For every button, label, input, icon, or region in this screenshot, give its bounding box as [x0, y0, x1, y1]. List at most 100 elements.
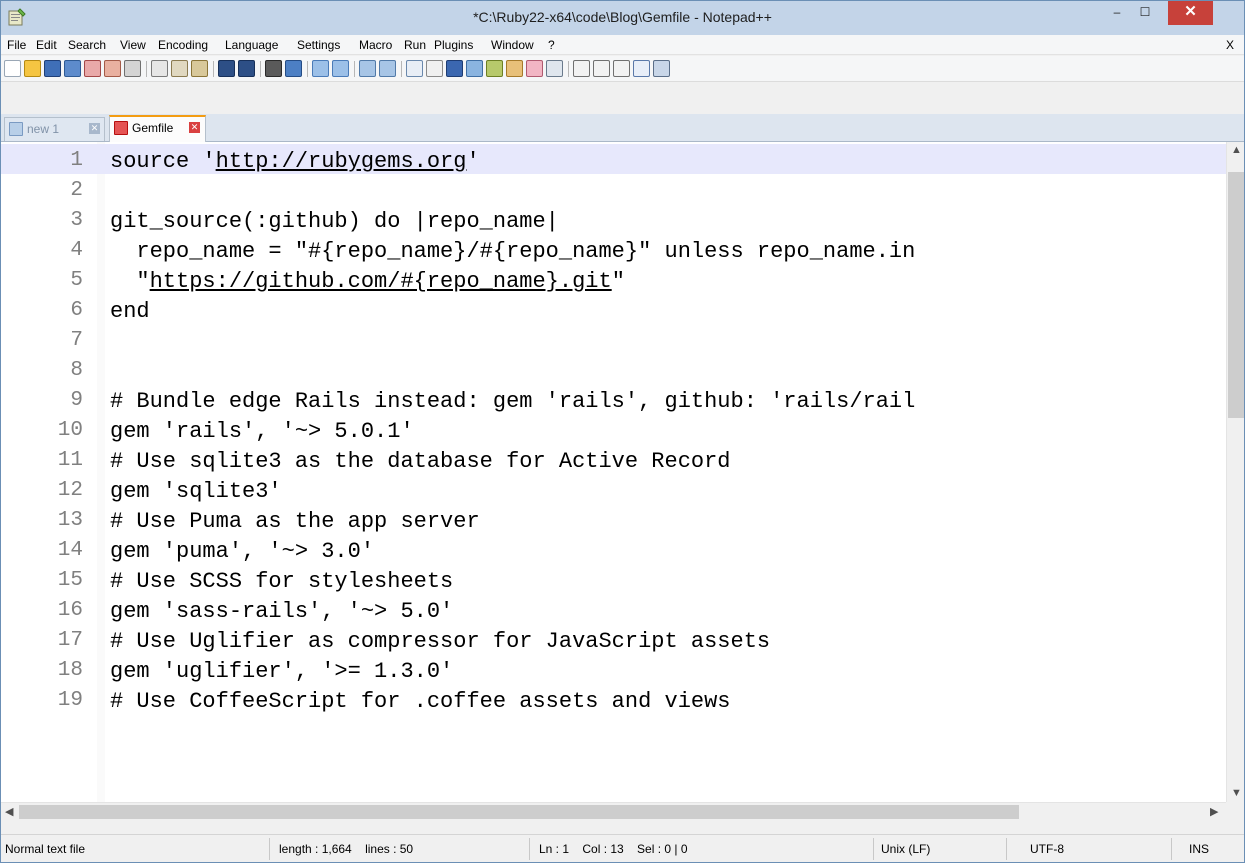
- sync-horizontal-icon[interactable]: [379, 60, 396, 77]
- scroll-down-icon[interactable]: ▼: [1231, 787, 1242, 799]
- tab-gemfile[interactable]: Gemfile ✕: [109, 115, 206, 142]
- find-icon[interactable]: [265, 60, 282, 77]
- code-line[interactable]: 5 "https://github.com/#{repo_name}.git": [1, 264, 1226, 294]
- code-line[interactable]: 11 # Use sqlite3 as the database for Acti…: [1, 444, 1226, 474]
- menu-settings[interactable]: Settings: [297, 38, 340, 52]
- code-text[interactable]: source 'http://rubygems.org': [110, 149, 480, 174]
- code-text[interactable]: gem 'uglifier', '>= 1.3.0': [110, 659, 453, 684]
- code-text[interactable]: # Use Puma as the app server: [110, 509, 480, 534]
- scroll-left-icon[interactable]: ◀: [5, 805, 13, 818]
- close-all-icon[interactable]: [104, 60, 121, 77]
- indent-guide-icon[interactable]: [446, 60, 463, 77]
- code-line[interactable]: 12 gem 'sqlite3': [1, 474, 1226, 504]
- redo-icon[interactable]: [238, 60, 255, 77]
- zoom-out-icon[interactable]: [332, 60, 349, 77]
- print-icon[interactable]: [124, 60, 141, 77]
- tab-new-1[interactable]: new 1 ✕: [4, 117, 105, 141]
- menu-file[interactable]: File: [7, 38, 26, 52]
- code-text[interactable]: end: [110, 299, 150, 324]
- new-file-icon[interactable]: [4, 60, 21, 77]
- word-wrap-icon[interactable]: [406, 60, 423, 77]
- menu-search[interactable]: Search: [68, 38, 106, 52]
- menu-edit[interactable]: Edit: [36, 38, 57, 52]
- save-all-icon[interactable]: [64, 60, 81, 77]
- notepad-window: *C:\Ruby22-x64\code\Blog\Gemfile - Notep…: [0, 0, 1245, 863]
- play-macro-icon[interactable]: [613, 60, 630, 77]
- code-text[interactable]: "https://github.com/#{repo_name}.git": [110, 269, 625, 294]
- code-line[interactable]: 14 gem 'puma', '~> 3.0': [1, 534, 1226, 564]
- code-line[interactable]: 6 end: [1, 294, 1226, 324]
- vertical-scrollbar[interactable]: ▲ ▼: [1226, 142, 1244, 802]
- paste-icon[interactable]: [191, 60, 208, 77]
- scroll-up-icon[interactable]: ▲: [1231, 144, 1242, 156]
- menu-view[interactable]: View: [120, 38, 146, 52]
- menu-help[interactable]: ?: [548, 38, 555, 52]
- run-macro-multiple-icon[interactable]: [633, 60, 650, 77]
- code-line[interactable]: 16 gem 'sass-rails', '~> 5.0': [1, 594, 1226, 624]
- undo-icon[interactable]: [218, 60, 235, 77]
- code-line[interactable]: 8: [1, 354, 1226, 384]
- show-all-chars-icon[interactable]: [426, 60, 443, 77]
- code-line[interactable]: 1 source 'http://rubygems.org': [1, 144, 1226, 174]
- code-url-link[interactable]: http://rubygems.org: [216, 149, 467, 174]
- open-file-icon[interactable]: [24, 60, 41, 77]
- code-text[interactable]: # Bundle edge Rails instead: gem 'rails'…: [110, 389, 915, 414]
- menu-encoding[interactable]: Encoding: [158, 38, 208, 52]
- zoom-in-icon[interactable]: [312, 60, 329, 77]
- cut-icon[interactable]: [151, 60, 168, 77]
- code-line[interactable]: 17 # Use Uglifier as compressor for JavaS…: [1, 624, 1226, 654]
- code-text[interactable]: # Use sqlite3 as the database for Active…: [110, 449, 731, 474]
- maximize-button[interactable]: ☐: [1132, 1, 1158, 25]
- save-macro-icon[interactable]: [653, 60, 670, 77]
- tab-close-icon[interactable]: ✕: [89, 123, 100, 134]
- code-line[interactable]: 9 # Bundle edge Rails instead: gem 'rails…: [1, 384, 1226, 414]
- menu-plugins[interactable]: Plugins: [434, 38, 473, 52]
- record-macro-icon[interactable]: [573, 60, 590, 77]
- monitor-icon[interactable]: [546, 60, 563, 77]
- sync-vertical-icon[interactable]: [359, 60, 376, 77]
- close-window-button[interactable]: ✕: [1168, 1, 1213, 25]
- code-line[interactable]: 7: [1, 324, 1226, 354]
- code-line[interactable]: 13 # Use Puma as the app server: [1, 504, 1226, 534]
- code-text[interactable]: git_source(:github) do |repo_name|: [110, 209, 559, 234]
- copy-icon[interactable]: [171, 60, 188, 77]
- code-text[interactable]: # Use SCSS for stylesheets: [110, 569, 453, 594]
- vertical-scroll-thumb[interactable]: [1228, 172, 1244, 418]
- document-map-icon[interactable]: [466, 60, 483, 77]
- save-icon[interactable]: [44, 60, 61, 77]
- doc-list-icon[interactable]: [526, 60, 543, 77]
- code-line[interactable]: 4 repo_name = "#{repo_name}/#{repo_name}…: [1, 234, 1226, 264]
- menu-run[interactable]: Run: [404, 38, 426, 52]
- minimize-button[interactable]: –: [1103, 1, 1131, 25]
- code-url-link[interactable]: https://github.com/#{repo_name}.git: [150, 269, 612, 294]
- menu-language[interactable]: Language: [225, 38, 278, 52]
- editor-area[interactable]: 1 source 'http://rubygems.org' 2 3 git_sourc…: [1, 142, 1226, 802]
- tab-close-icon[interactable]: ✕: [189, 122, 200, 133]
- code-line[interactable]: 15 # Use SCSS for stylesheets: [1, 564, 1226, 594]
- horizontal-scroll-thumb[interactable]: [19, 805, 1019, 819]
- horizontal-scrollbar[interactable]: ◀ ▶: [1, 802, 1226, 820]
- code-text[interactable]: gem 'sqlite3': [110, 479, 282, 504]
- code-text[interactable]: # Use CoffeeScript for .coffee assets an…: [110, 689, 731, 714]
- code-text[interactable]: gem 'sass-rails', '~> 5.0': [110, 599, 453, 624]
- function-list-icon[interactable]: [486, 60, 503, 77]
- stop-macro-icon[interactable]: [593, 60, 610, 77]
- code-text[interactable]: repo_name = "#{repo_name}/#{repo_name}" …: [110, 239, 915, 264]
- code-line[interactable]: 18 gem 'uglifier', '>= 1.3.0': [1, 654, 1226, 684]
- folder-workspace-icon[interactable]: [506, 60, 523, 77]
- code-text[interactable]: gem 'puma', '~> 3.0': [110, 539, 374, 564]
- menu-window[interactable]: Window: [491, 38, 534, 52]
- title-bar[interactable]: *C:\Ruby22-x64\code\Blog\Gemfile - Notep…: [1, 1, 1244, 35]
- close-document-button[interactable]: X: [1226, 38, 1234, 52]
- menu-macro[interactable]: Macro: [359, 38, 392, 52]
- code-text[interactable]: gem 'rails', '~> 5.0.1': [110, 419, 414, 444]
- code-line[interactable]: 19 # Use CoffeeScript for .coffee assets …: [1, 684, 1226, 714]
- code-line[interactable]: 2: [1, 174, 1226, 204]
- code-line[interactable]: 10 gem 'rails', '~> 5.0.1': [1, 414, 1226, 444]
- close-icon[interactable]: [84, 60, 101, 77]
- code-line[interactable]: 3 git_source(:github) do |repo_name|: [1, 204, 1226, 234]
- status-separator: [529, 838, 530, 860]
- replace-icon[interactable]: [285, 60, 302, 77]
- code-text[interactable]: # Use Uglifier as compressor for JavaScr…: [110, 629, 770, 654]
- scroll-right-icon[interactable]: ▶: [1210, 805, 1218, 818]
